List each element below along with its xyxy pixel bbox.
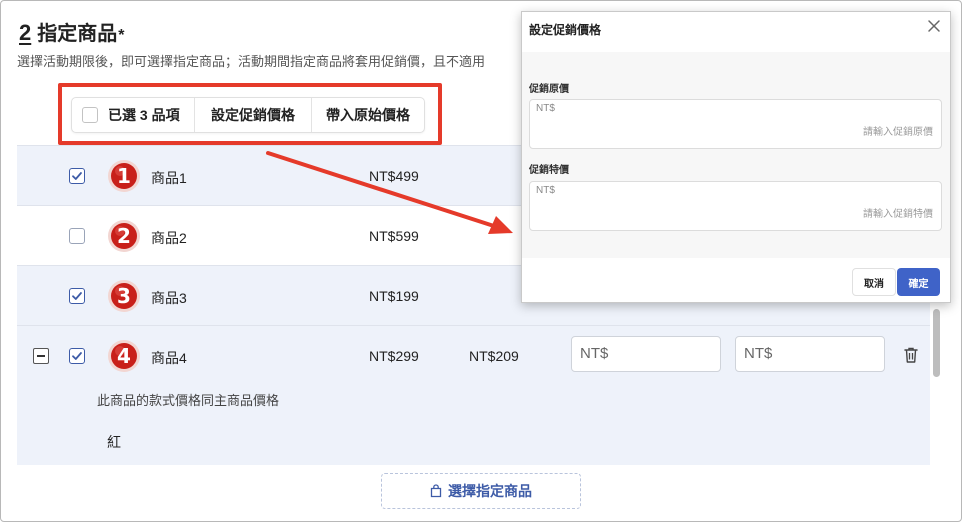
dialog-footer: 取消 確定 — [522, 258, 950, 302]
dialog-header: 設定促銷價格 — [522, 12, 950, 52]
select-all-toggle[interactable]: 已選 3 品項 — [72, 98, 194, 132]
row-checkbox[interactable] — [69, 168, 85, 184]
product-price: NT$299 — [369, 348, 419, 364]
selected-count-label: 已選 3 品項 — [108, 107, 180, 123]
section-heading: 指定商品 — [37, 23, 118, 45]
trash-icon[interactable] — [903, 346, 919, 364]
import-original-price-button[interactable]: 帶入原始價格 — [311, 98, 424, 132]
promo-original-price-input[interactable]: NT$ — [571, 336, 721, 372]
set-promo-price-button[interactable]: 設定促銷價格 — [194, 98, 311, 132]
product-price: NT$599 — [369, 228, 419, 244]
set-promo-price-dialog: 設定促銷價格 促銷原價 NT$ 請輸入促銷原價 促銷特價 NT$ 請輸入促銷特價… — [521, 11, 951, 303]
scrollbar[interactable] — [930, 305, 942, 465]
promo-special-label: 促銷特價 — [529, 165, 569, 176]
currency-prefix: NT$ — [536, 185, 555, 196]
table-row: 4 商品4 NT$299 NT$209 NT$ NT$ 此商品的款式價格同主商品… — [17, 325, 930, 465]
product-name: 商品1 — [151, 170, 187, 186]
dialog-body: 促銷原價 NT$ 請輸入促銷原價 促銷特價 NT$ 請輸入促銷特價 — [522, 52, 950, 260]
dialog-special-price-field[interactable]: NT$ 請輸入促銷特價 — [529, 181, 942, 231]
product-name: 商品4 — [151, 350, 187, 366]
number-badge-icon: 4 — [107, 339, 141, 373]
row-checkbox[interactable] — [69, 348, 85, 364]
product-price: NT$199 — [369, 288, 419, 304]
number-badge-icon: 2 — [107, 219, 141, 253]
number-badge-icon: 3 — [107, 279, 141, 313]
variant-name: 紅 — [107, 434, 121, 450]
dialog-title: 設定促銷價格 — [529, 23, 602, 37]
confirm-button[interactable]: 確定 — [897, 268, 940, 296]
promo-special-price-input[interactable]: NT$ — [735, 336, 885, 372]
special-price-placeholder: 請輸入促銷特價 — [863, 209, 933, 220]
promo-original-label: 促銷原價 — [529, 84, 569, 95]
badge-number: 4 — [117, 344, 131, 368]
close-icon[interactable] — [926, 18, 942, 34]
bulk-action-bar: 已選 3 品項 設定促銷價格 帶入原始價格 — [71, 97, 425, 133]
product-name: 商品3 — [151, 290, 187, 306]
badge-number: 1 — [117, 164, 131, 188]
select-products-button[interactable]: 選擇指定商品 — [381, 473, 581, 509]
badge-number: 3 — [117, 284, 131, 308]
section-title: 2 指定商品 * — [19, 17, 124, 46]
product-price: NT$499 — [369, 168, 419, 184]
collapse-toggle-icon[interactable] — [33, 348, 49, 364]
section-description: 選擇活動期限後，即可選擇指定商品；活動期間指定商品將套用促銷價，且不適用 — [17, 54, 486, 69]
product-name: 商品2 — [151, 230, 187, 246]
dialog-original-price-field[interactable]: NT$ 請輸入促銷原價 — [529, 99, 942, 149]
scrollbar-thumb[interactable] — [933, 309, 940, 377]
shopping-bag-icon — [430, 484, 442, 498]
select-products-label: 選擇指定商品 — [448, 483, 532, 499]
select-all-checkbox[interactable] — [82, 107, 98, 123]
currency-prefix: NT$ — [536, 103, 555, 114]
section-number: 2 — [19, 20, 32, 45]
original-price-placeholder: 請輸入促銷原價 — [863, 127, 933, 138]
variant-note: 此商品的款式價格同主商品價格 — [97, 393, 280, 408]
row-checkbox[interactable] — [69, 228, 85, 244]
required-mark: * — [118, 27, 125, 44]
page-frame: 2 指定商品 * 選擇活動期限後，即可選擇指定商品；活動期間指定商品將套用促銷價… — [0, 0, 962, 522]
badge-number: 2 — [117, 224, 131, 248]
cancel-button[interactable]: 取消 — [852, 268, 896, 296]
row-checkbox[interactable] — [69, 288, 85, 304]
product-sale-price: NT$209 — [469, 348, 519, 364]
number-badge-icon: 1 — [107, 159, 141, 193]
